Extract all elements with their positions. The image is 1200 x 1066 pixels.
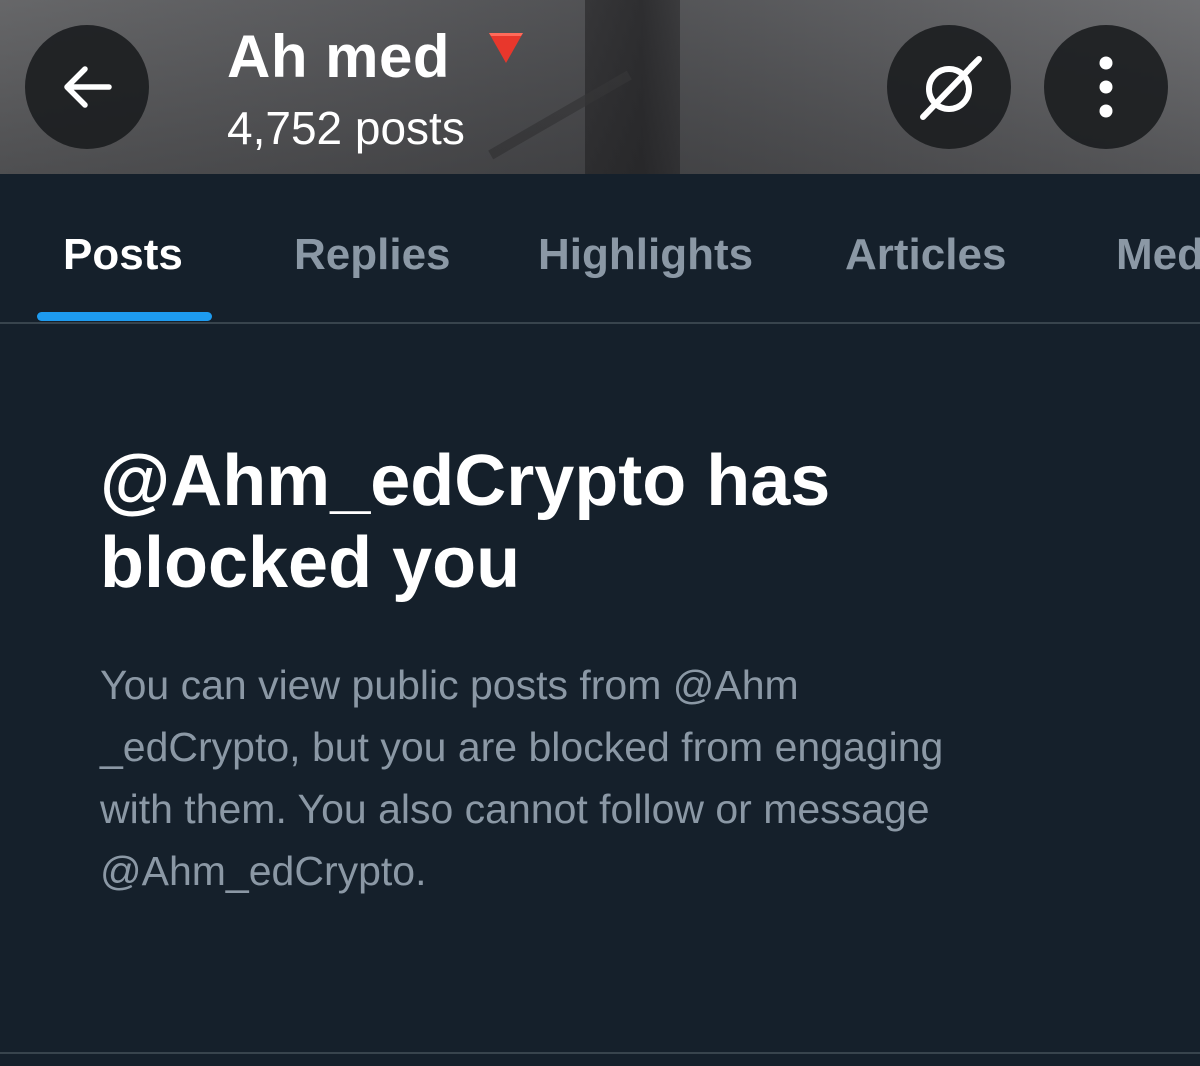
post-count: 4,752 posts — [227, 102, 465, 154]
profile-screen: Ah med 4,752 posts Posts Replies Highlig… — [0, 0, 1200, 1066]
blocked-desc-line4: @Ahm_edCrypto. — [100, 848, 427, 894]
more-options-button[interactable] — [1044, 25, 1168, 149]
banner-shade — [0, 0, 1200, 174]
grok-button[interactable] — [887, 25, 1011, 149]
tab-media[interactable]: Med — [1116, 230, 1200, 280]
tab-highlights[interactable]: Highlights — [538, 230, 753, 280]
bottom-divider — [0, 1052, 1200, 1054]
blocked-title: @Ahm_edCrypto has blocked you — [100, 440, 1100, 604]
profile-title: Ah med 4,752 posts — [227, 22, 526, 156]
more-vertical-icon — [1099, 56, 1113, 118]
blocked-title-line1: @Ahm_edCrypto has — [100, 441, 831, 521]
back-button[interactable] — [25, 25, 149, 149]
profile-header-banner: Ah med 4,752 posts — [0, 0, 1200, 174]
blocked-notice: @Ahm_edCrypto has blocked you You can vi… — [100, 440, 1100, 902]
profile-tabs: Posts Replies Highlights Articles Med — [0, 174, 1200, 322]
grok-slash-icon — [920, 56, 982, 120]
tab-articles[interactable]: Articles — [845, 230, 1006, 280]
display-name: Ah med — [227, 23, 451, 90]
blocked-desc-line2: _edCrypto, but you are blocked from enga… — [100, 724, 944, 770]
tab-posts[interactable]: Posts — [63, 230, 183, 280]
active-tab-indicator — [37, 312, 212, 321]
name-row: Ah med — [227, 22, 526, 92]
blocked-desc-line3: with them. You also cannot follow or mes… — [100, 786, 930, 832]
arrow-left-icon — [64, 66, 112, 108]
red-triangle-icon — [486, 30, 526, 71]
blocked-description: You can view public posts from @Ahm _edC… — [100, 654, 1100, 902]
blocked-title-line2: blocked you — [100, 523, 521, 603]
tabs-divider — [0, 322, 1200, 324]
tab-replies[interactable]: Replies — [294, 230, 451, 280]
blocked-desc-line1: You can view public posts from @Ahm — [100, 662, 799, 708]
